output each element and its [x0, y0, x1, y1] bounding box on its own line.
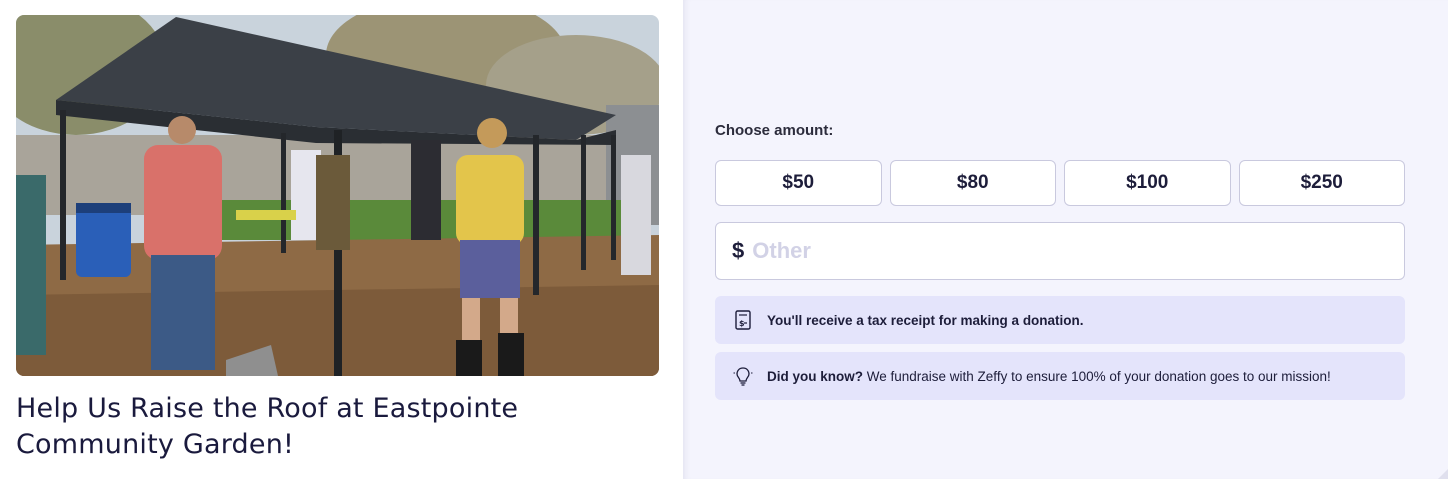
resize-corner [1438, 469, 1448, 479]
tax-receipt-notice: $ You'll receive a tax receipt for makin… [715, 296, 1405, 344]
did-you-know-body: We fundraise with Zeffy to ensure 100% o… [863, 368, 1331, 384]
amount-options: $50 $80 $100 $250 [715, 160, 1405, 206]
amount-button-100[interactable]: $100 [1064, 160, 1231, 206]
lightbulb-icon [733, 365, 753, 387]
campaign-photo [16, 15, 659, 376]
amount-button-80[interactable]: $80 [889, 160, 1056, 206]
choose-amount-label: Choose amount: [715, 122, 834, 139]
amount-button-250[interactable]: $250 [1238, 160, 1405, 206]
amount-button-50[interactable]: $50 [715, 160, 882, 206]
other-amount-field[interactable]: $ [715, 222, 1405, 280]
campaign-title: Help Us Raise the Roof at Eastpointe Com… [16, 393, 519, 460]
did-you-know-lead: Did you know? [767, 368, 863, 384]
receipt-icon: $ [733, 309, 753, 331]
campaign-panel: Help Us Raise the Roof at Eastpointe Com… [0, 0, 683, 479]
other-amount-input[interactable] [752, 238, 1353, 264]
donation-panel: Choose amount: $50 $80 $100 $250 $ $ You… [683, 0, 1448, 479]
currency-symbol: $ [732, 238, 745, 263]
tax-receipt-text: You'll receive a tax receipt for making … [767, 312, 1084, 328]
did-you-know-notice: Did you know? We fundraise with Zeffy to… [715, 352, 1405, 400]
did-you-know-text: Did you know? We fundraise with Zeffy to… [767, 369, 1331, 384]
